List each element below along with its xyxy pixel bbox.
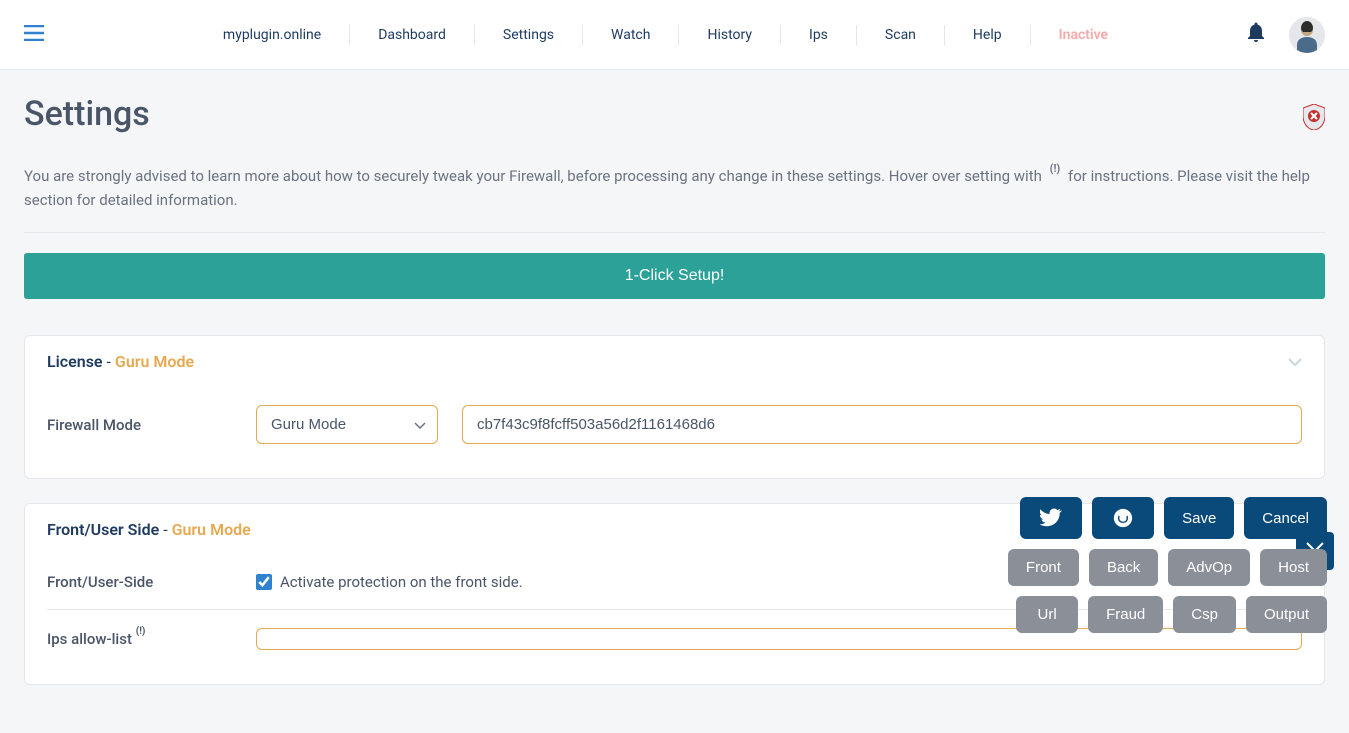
output-button[interactable]: Output bbox=[1246, 596, 1327, 633]
nav-settings[interactable]: Settings bbox=[475, 25, 583, 45]
intro-before: You are strongly advised to learn more a… bbox=[24, 167, 1046, 185]
ips-allow-label: Ips allow-list (!) bbox=[47, 630, 232, 648]
front-button[interactable]: Front bbox=[1008, 549, 1079, 586]
nav-center: myplugin.online Dashboard Settings Watch… bbox=[84, 25, 1247, 45]
one-click-setup-button[interactable]: 1-Click Setup! bbox=[24, 253, 1325, 299]
csp-button[interactable]: Csp bbox=[1173, 596, 1236, 633]
divider bbox=[24, 232, 1325, 233]
license-panel-body: Firewall Mode Guru Mode bbox=[25, 387, 1324, 478]
advop-button[interactable]: AdvOp bbox=[1168, 549, 1250, 586]
license-panel: License - Guru Mode Firewall Mode Guru M… bbox=[24, 335, 1325, 479]
bird-icon-button[interactable] bbox=[1020, 497, 1082, 539]
action-row-2: Front Back AdvOp Host bbox=[1008, 549, 1327, 586]
nav-ips[interactable]: Ips bbox=[781, 25, 857, 45]
nav-inactive-status: Inactive bbox=[1031, 25, 1136, 45]
front-title-text: Front/User Side bbox=[47, 520, 159, 539]
nav-scan[interactable]: Scan bbox=[857, 25, 945, 45]
ips-allow-sup: (!) bbox=[136, 626, 146, 637]
license-panel-header[interactable]: License - Guru Mode bbox=[25, 336, 1324, 387]
front-side-label: Front/User-Side bbox=[47, 573, 232, 591]
cancel-button[interactable]: Cancel bbox=[1244, 497, 1327, 539]
back-button[interactable]: Back bbox=[1089, 549, 1158, 586]
shield-error-icon[interactable] bbox=[1303, 104, 1325, 134]
nav-watch[interactable]: Watch bbox=[583, 25, 679, 45]
save-button[interactable]: Save bbox=[1164, 497, 1234, 539]
license-mode-badge: Guru Mode bbox=[115, 352, 194, 371]
nav-dashboard[interactable]: Dashboard bbox=[350, 25, 475, 45]
license-title-text: License bbox=[47, 352, 103, 371]
avatar[interactable] bbox=[1289, 17, 1325, 53]
activate-front-checkbox[interactable] bbox=[256, 574, 272, 590]
page-title: Settings bbox=[24, 94, 150, 134]
floating-action-panel: Save Cancel Front Back AdvOp Host Url Fr… bbox=[1008, 497, 1327, 633]
hamburger-menu-icon[interactable] bbox=[24, 22, 44, 47]
activate-front-label: Activate protection on the front side. bbox=[280, 573, 523, 591]
action-row-3: Url Fraud Csp Output bbox=[1016, 596, 1327, 633]
license-key-input[interactable] bbox=[462, 405, 1302, 444]
dragon-icon-button[interactable] bbox=[1092, 497, 1154, 539]
activate-checkbox-row: Activate protection on the front side. bbox=[256, 573, 523, 591]
bell-icon[interactable] bbox=[1247, 22, 1265, 47]
front-panel-title: Front/User Side - Guru Mode bbox=[47, 520, 251, 539]
url-button[interactable]: Url bbox=[1016, 596, 1078, 633]
intro-text: You are strongly advised to learn more a… bbox=[24, 164, 1325, 212]
firewall-mode-select-wrap: Guru Mode bbox=[256, 405, 438, 444]
firewall-mode-row: Firewall Mode Guru Mode bbox=[47, 395, 1302, 454]
topbar-right bbox=[1247, 17, 1325, 53]
ips-allow-text: Ips allow-list bbox=[47, 630, 132, 648]
topbar: myplugin.online Dashboard Settings Watch… bbox=[0, 0, 1349, 70]
fraud-button[interactable]: Fraud bbox=[1088, 596, 1163, 633]
nav-site[interactable]: myplugin.online bbox=[195, 25, 350, 45]
front-mode-badge: Guru Mode bbox=[172, 520, 251, 539]
license-panel-title: License - Guru Mode bbox=[47, 352, 194, 371]
page-header: Settings bbox=[24, 94, 1325, 134]
firewall-mode-select[interactable]: Guru Mode bbox=[256, 405, 438, 444]
nav-history[interactable]: History bbox=[679, 25, 781, 45]
nav-help[interactable]: Help bbox=[945, 25, 1031, 45]
content: Settings You are strongly advised to lea… bbox=[0, 70, 1349, 733]
host-button[interactable]: Host bbox=[1260, 549, 1327, 586]
firewall-mode-label: Firewall Mode bbox=[47, 416, 232, 434]
chevron-down-icon bbox=[1288, 354, 1302, 370]
intro-sup: (!) bbox=[1046, 162, 1065, 175]
action-row-1: Save Cancel bbox=[1020, 497, 1327, 539]
